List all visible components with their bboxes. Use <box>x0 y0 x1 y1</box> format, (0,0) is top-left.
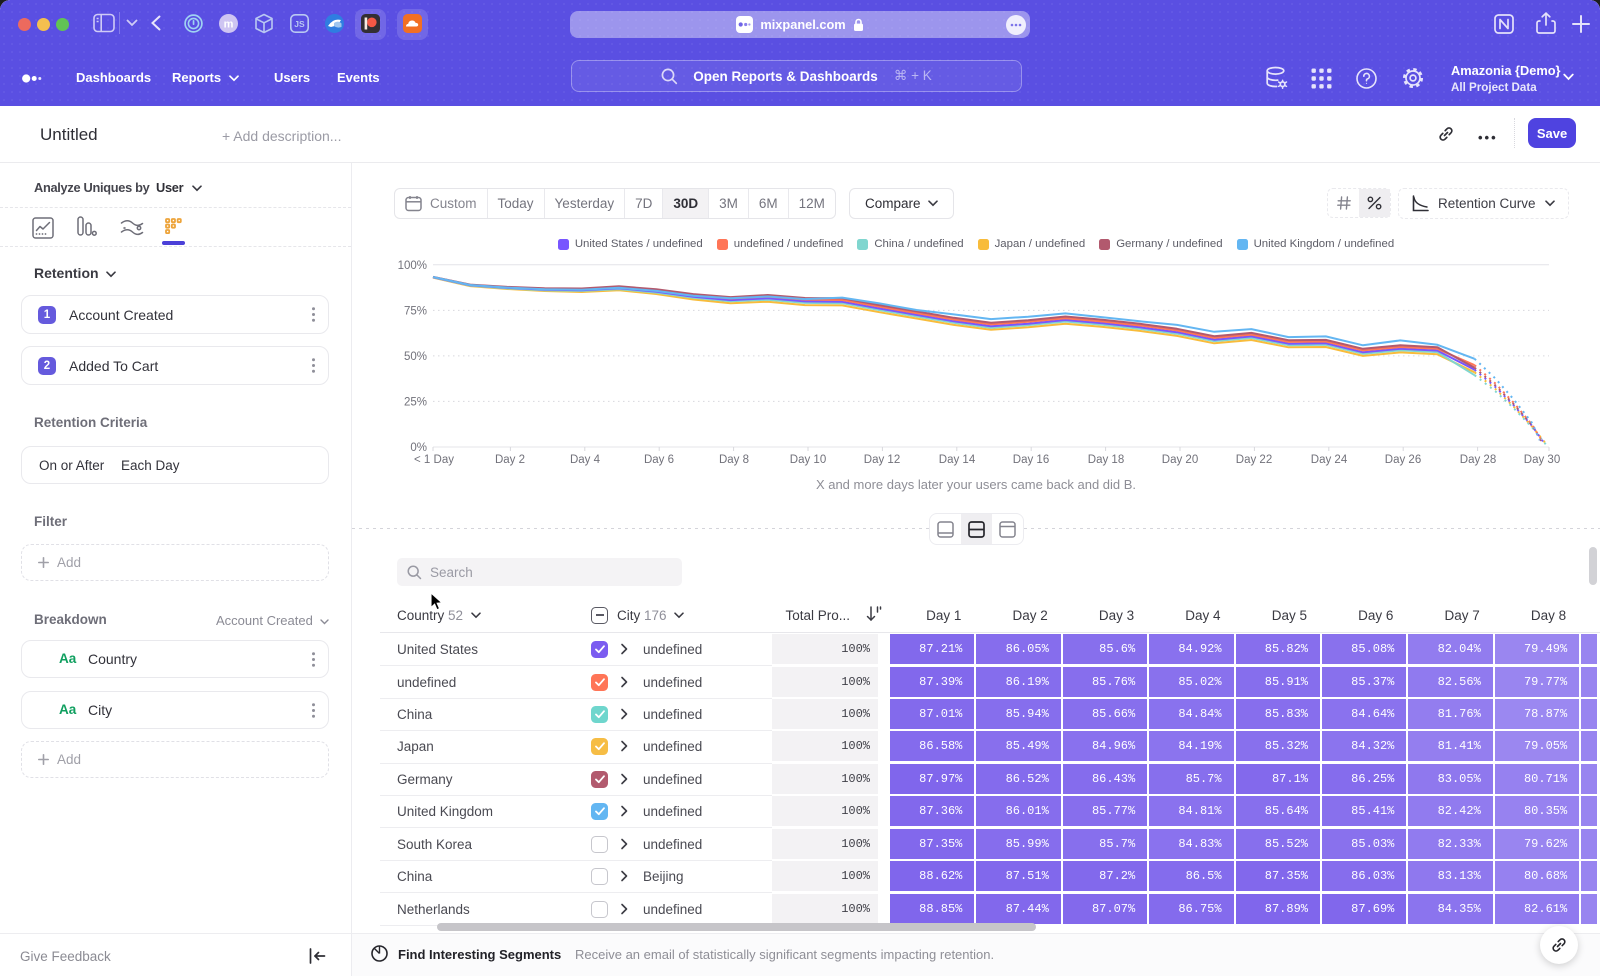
svg-text:Day 28: Day 28 <box>1460 454 1496 466</box>
svg-text:Day 24: Day 24 <box>1311 454 1348 466</box>
svg-text:50%: 50% <box>404 351 427 363</box>
svg-text:Day 12: Day 12 <box>864 454 900 466</box>
svg-text:100%: 100% <box>398 260 427 272</box>
svg-text:Day 2: Day 2 <box>495 454 525 466</box>
svg-text:< 1 Day: < 1 Day <box>414 454 454 466</box>
svg-text:Day 18: Day 18 <box>1088 454 1124 466</box>
svg-text:Day 4: Day 4 <box>570 454 601 466</box>
svg-text:Day 30: Day 30 <box>1524 454 1560 466</box>
svg-text:Day 22: Day 22 <box>1236 454 1272 466</box>
svg-text:25%: 25% <box>404 396 427 408</box>
svg-text:Day 20: Day 20 <box>1162 454 1198 466</box>
svg-text:Day 16: Day 16 <box>1013 454 1049 466</box>
svg-text:Day 26: Day 26 <box>1385 454 1421 466</box>
svg-text:Day 10: Day 10 <box>790 454 826 466</box>
svg-text:0%: 0% <box>410 442 427 454</box>
svg-text:Day 14: Day 14 <box>939 454 976 466</box>
svg-text:Day 8: Day 8 <box>719 454 749 466</box>
svg-text:75%: 75% <box>404 305 427 317</box>
svg-text:Day 6: Day 6 <box>644 454 674 466</box>
